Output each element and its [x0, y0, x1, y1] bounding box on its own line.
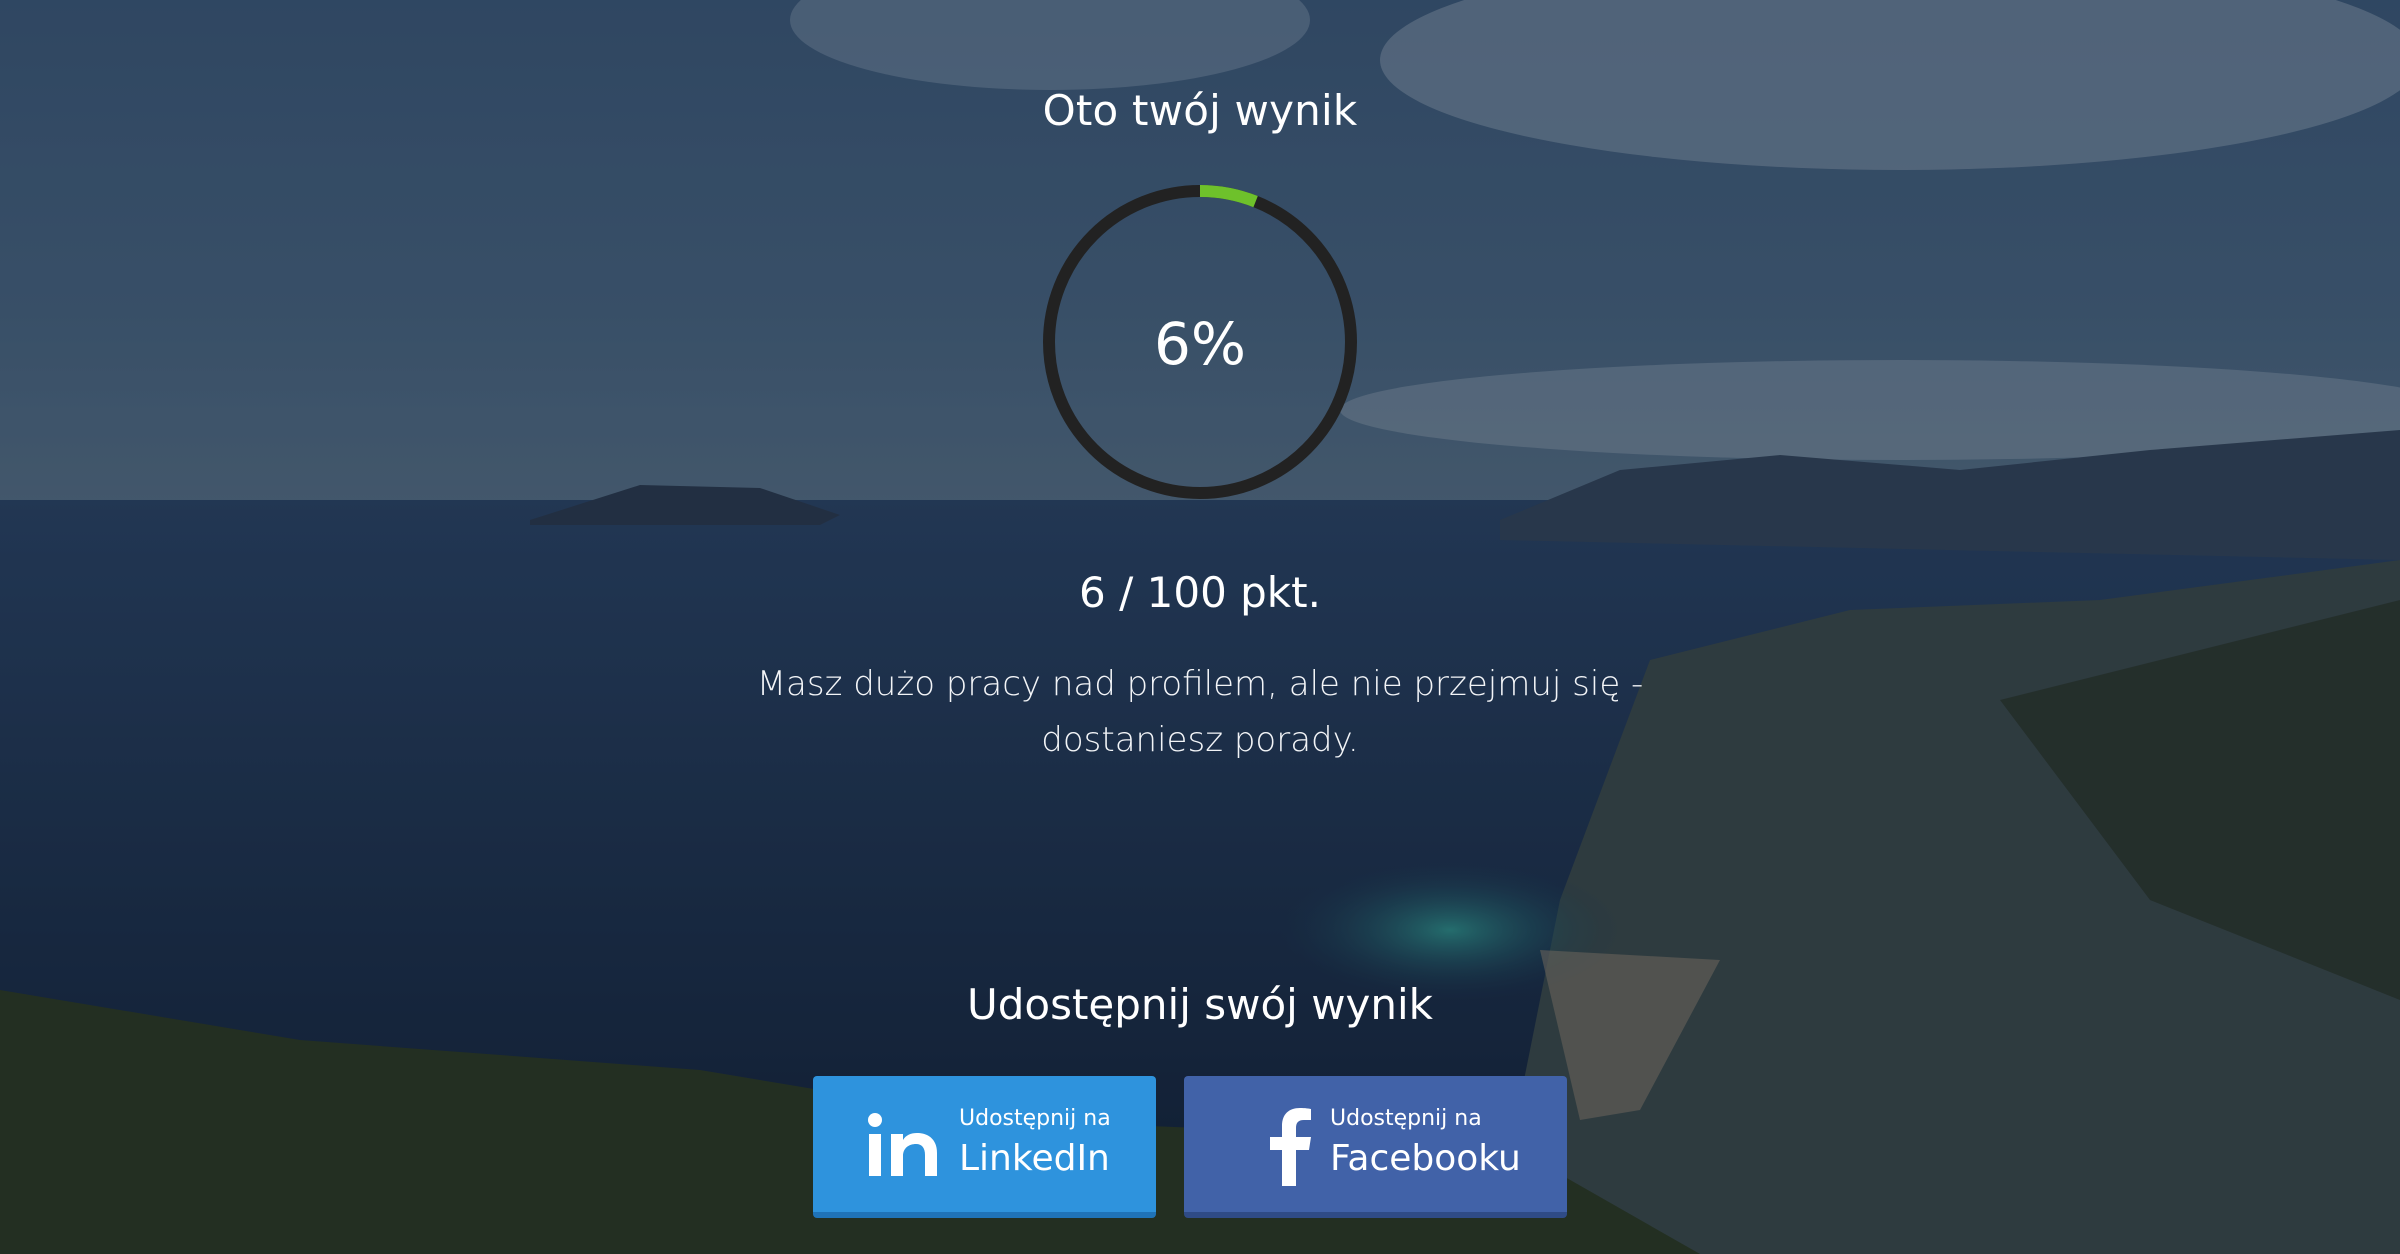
result-content: Oto twój wynik 6% 6 / 100 pkt. Masz dużo… [0, 0, 2400, 1254]
score-gauge: 6% [1040, 182, 1360, 502]
result-page: Oto twój wynik 6% 6 / 100 pkt. Masz dużo… [0, 0, 2400, 1254]
facebook-icon [1260, 1106, 1340, 1186]
facebook-small-label: Udostępnij na [1330, 1106, 1482, 1131]
score-points: 6 / 100 pkt. [1079, 568, 1321, 617]
linkedin-icon [865, 1106, 945, 1186]
linkedin-big-label: LinkedIn [959, 1138, 1110, 1179]
gauge-percent: 6% [1153, 310, 1246, 378]
share-heading: Udostępnij swój wynik [966, 980, 1434, 1029]
share-facebook-button[interactable]: Udostępnij na Facebooku [1184, 1076, 1567, 1218]
share-linkedin-button[interactable]: Udostępnij na LinkedIn [813, 1076, 1156, 1218]
result-message: Masz dużo pracy nad profilem, ale nie pr… [756, 664, 1644, 760]
linkedin-small-label: Udostępnij na [959, 1106, 1111, 1131]
result-heading: Oto twój wynik [1042, 86, 1358, 135]
facebook-big-label: Facebooku [1330, 1138, 1521, 1179]
